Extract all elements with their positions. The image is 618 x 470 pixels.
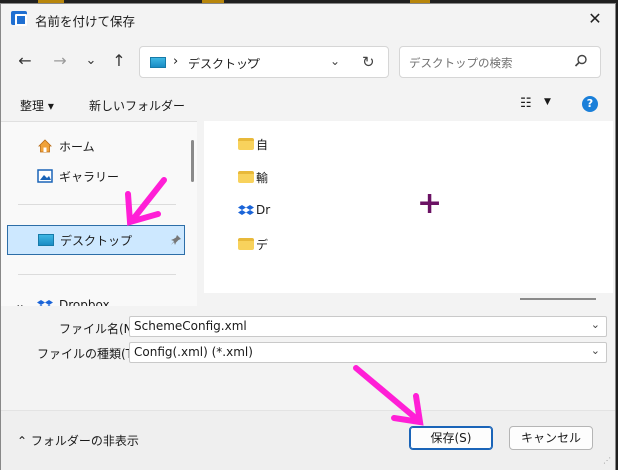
- annotation-arrow-desktop: [125, 177, 167, 226]
- annotation-arrow-save: [353, 365, 424, 426]
- annotation-overlay: [125, 177, 424, 426]
